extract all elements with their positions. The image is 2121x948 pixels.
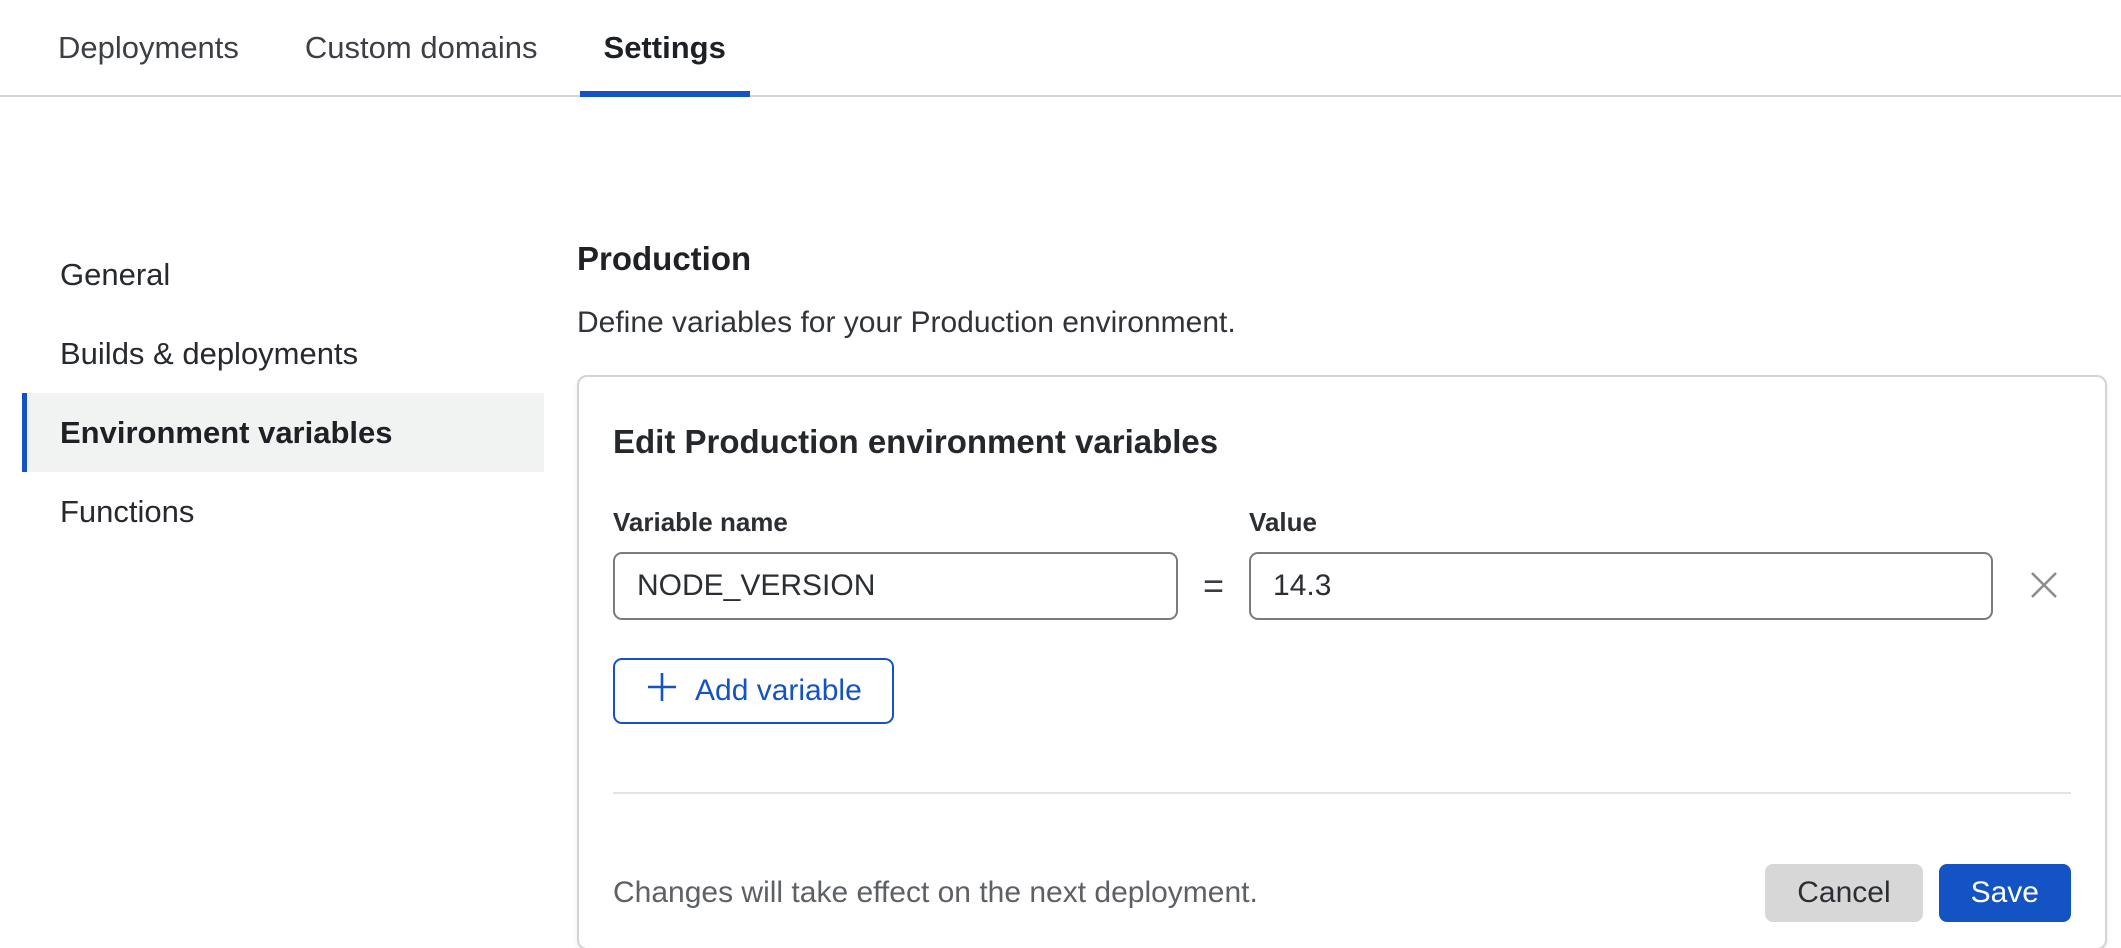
sidebar-item-environment-variables[interactable]: Environment variables [22,393,544,472]
tab-custom-domains[interactable]: Custom domains [281,0,562,95]
main-panel: Production Define variables for your Pro… [577,97,2121,948]
add-variable-label: Add variable [695,674,862,708]
tab-deployments[interactable]: Deployments [34,0,263,95]
variable-name-label: Variable name [613,507,1178,538]
plus-icon [645,670,679,712]
sidebar-item-functions-label: Functions [60,494,194,530]
environment-variables-card: Edit Production environment variables Va… [577,375,2107,948]
sidebar-item-builds-deployments-label: Builds & deployments [60,336,358,372]
sidebar-item-general[interactable]: General [22,235,544,314]
cancel-button[interactable]: Cancel [1765,864,1922,922]
settings-content: General Builds & deployments Environment… [0,97,2121,948]
variable-value-input[interactable] [1249,552,1993,620]
value-label: Value [1249,507,1993,538]
save-button[interactable]: Save [1939,864,2071,922]
add-variable-button[interactable]: Add variable [613,658,894,724]
sidebar-item-environment-variables-label: Environment variables [60,415,393,451]
card-footer: Changes will take effect on the next dep… [613,864,2071,922]
section-title: Production [577,240,2107,278]
tab-deployments-label: Deployments [58,30,239,66]
equals-sign: = [1178,552,1249,620]
settings-sidebar: General Builds & deployments Environment… [0,97,577,948]
tab-bar: Deployments Custom domains Settings [0,0,2121,97]
deployment-note: Changes will take effect on the next dep… [613,876,1765,910]
variable-name-field-group: Variable name [613,507,1178,620]
sidebar-item-functions[interactable]: Functions [22,472,544,551]
sidebar-item-general-label: General [60,257,170,293]
sidebar-item-builds-deployments[interactable]: Builds & deployments [22,314,544,393]
close-icon [2025,566,2063,607]
variable-row: Variable name = Value [613,507,2071,620]
section-description: Define variables for your Production env… [577,306,2107,340]
variable-name-input[interactable] [613,552,1178,620]
variable-value-field-group: Value [1249,507,1993,620]
card-title: Edit Production environment variables [613,423,2071,461]
tab-custom-domains-label: Custom domains [305,30,538,66]
tab-settings[interactable]: Settings [580,0,750,95]
remove-variable-button[interactable] [2025,552,2063,620]
card-divider [613,792,2071,794]
tab-settings-label: Settings [604,30,726,66]
